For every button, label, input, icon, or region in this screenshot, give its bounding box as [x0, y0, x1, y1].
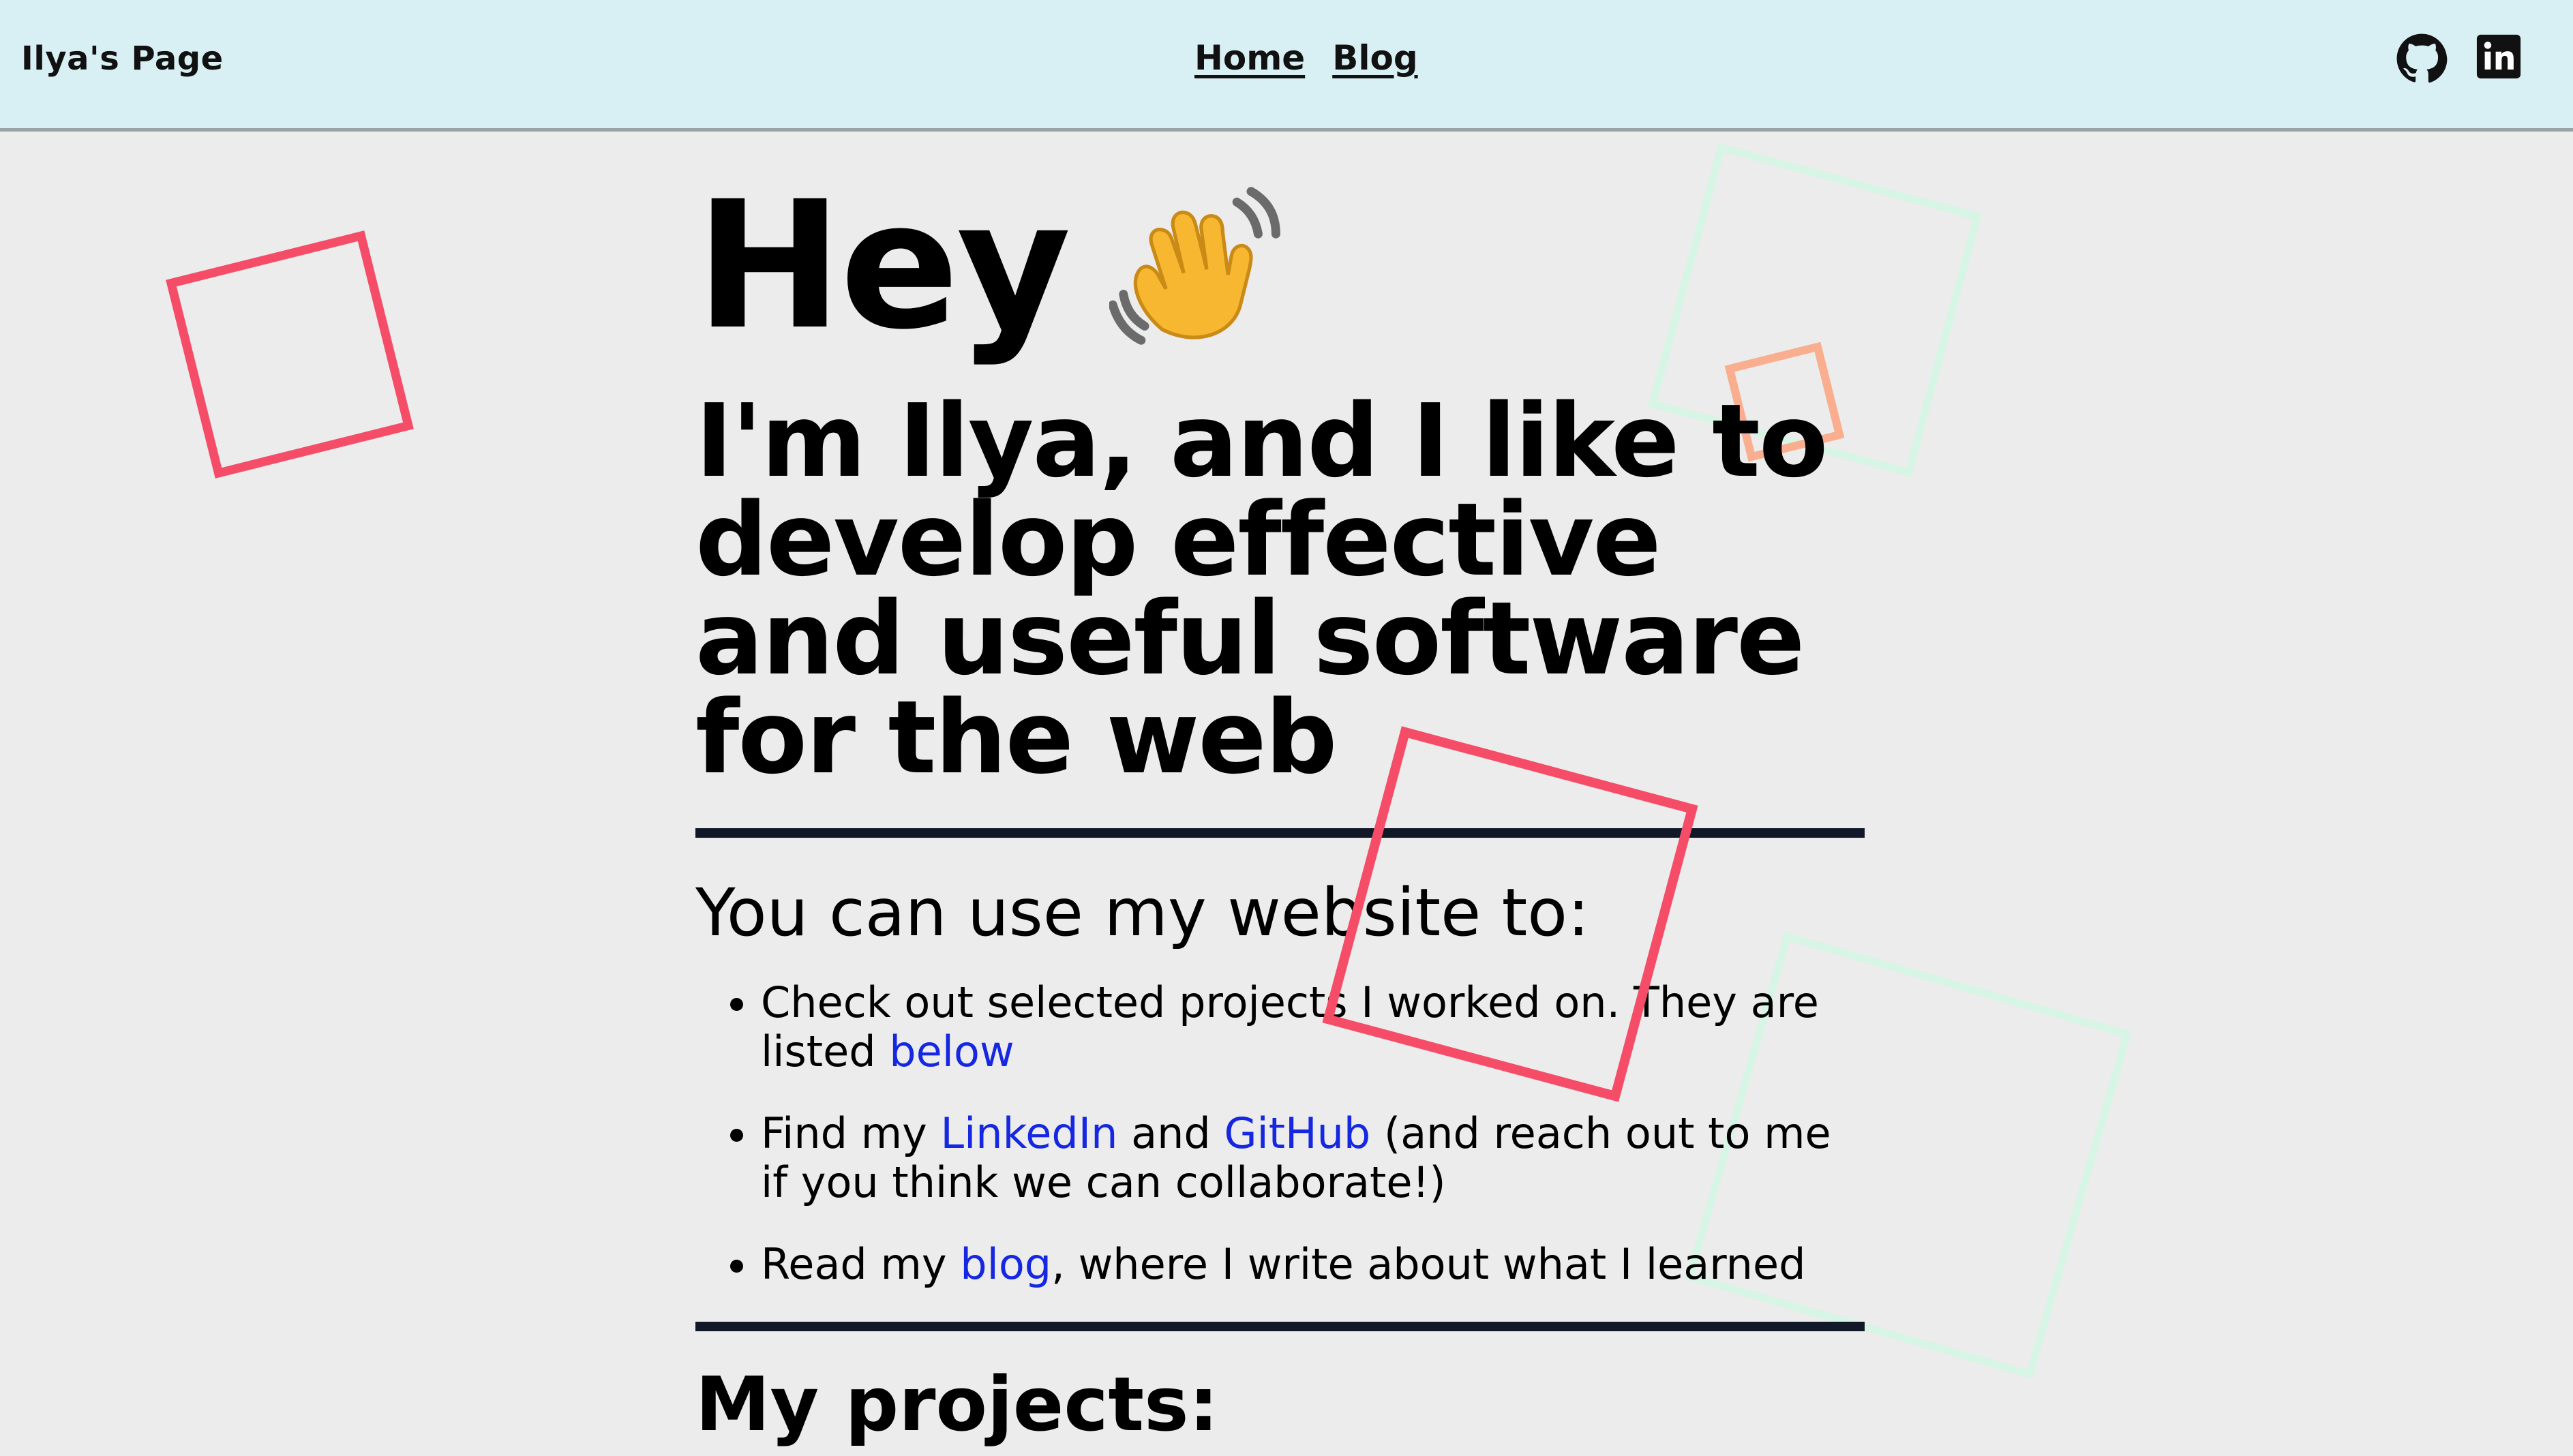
- list-item-text: , where I write about what I learned: [1051, 1239, 1806, 1289]
- section-divider: [695, 828, 1865, 838]
- linkedin-icon[interactable]: [2475, 33, 2527, 85]
- github-link[interactable]: GitHub: [1224, 1108, 1370, 1158]
- list-item: Find my LinkedIn and GitHub (and reach o…: [761, 1109, 1865, 1207]
- decorative-square-red: [166, 230, 414, 479]
- waving-hand-icon: [1108, 177, 1286, 354]
- projects-heading: My projects:: [695, 1361, 1219, 1448]
- list-item-text: and: [1117, 1108, 1224, 1158]
- greeting-text: Hey: [695, 164, 1071, 368]
- intro-heading: I'm Ilya, and I like to develop effectiv…: [695, 382, 1829, 796]
- greeting-heading: Hey: [695, 177, 1865, 354]
- nav-blog-link[interactable]: Blog: [1332, 38, 1417, 78]
- list-item-text: Read my: [761, 1239, 961, 1289]
- nav-home-link[interactable]: Home: [1194, 38, 1305, 78]
- top-navbar: Ilya's Page Home Blog: [0, 0, 2573, 132]
- uses-heading: You can use my website to:: [695, 875, 1590, 951]
- main-nav: Home Blog: [1194, 38, 1418, 78]
- github-icon[interactable]: [2396, 33, 2448, 85]
- uses-list: Check out selected projects I worked on.…: [695, 978, 1865, 1289]
- list-item-text: Find my: [761, 1108, 941, 1158]
- section-divider: [695, 1322, 1865, 1331]
- linkedin-link[interactable]: LinkedIn: [941, 1108, 1118, 1158]
- blog-link[interactable]: blog: [960, 1239, 1051, 1289]
- site-brand[interactable]: Ilya's Page: [21, 40, 224, 78]
- below-link[interactable]: below: [889, 1027, 1014, 1076]
- main-content: Hey I'm Ilya, and I like to develop effe…: [695, 177, 1865, 1442]
- list-item: Check out selected projects I worked on.…: [761, 978, 1865, 1076]
- list-item: Read my blog, where I write about what I…: [761, 1240, 1865, 1289]
